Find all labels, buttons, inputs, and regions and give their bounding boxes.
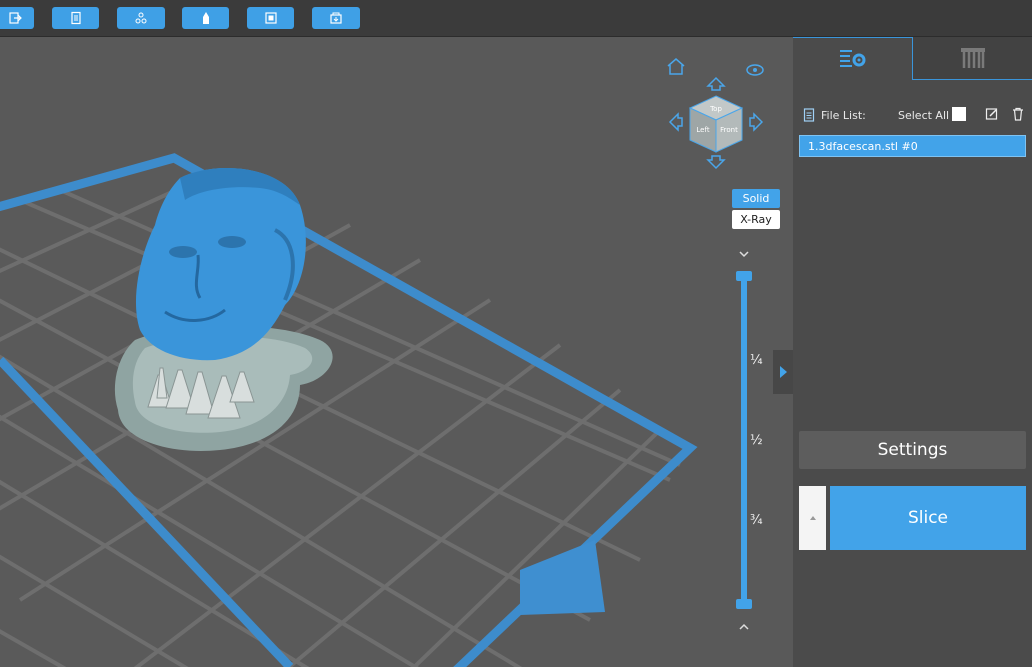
file-icon (70, 11, 81, 25)
home-view-icon[interactable] (667, 58, 685, 75)
cube-left-label: Left (696, 126, 709, 134)
trash-icon[interactable] (1011, 107, 1025, 121)
tree-icon (135, 12, 147, 24)
document-icon (803, 108, 815, 122)
layer-slider-track[interactable] (741, 276, 747, 605)
import-button[interactable] (0, 7, 34, 29)
export-icon (330, 12, 342, 24)
resize-icon (264, 12, 277, 24)
edit-icon[interactable] (985, 107, 999, 121)
slice-options-button[interactable] (799, 486, 826, 550)
cube-top-label: Top (709, 105, 722, 113)
support-structure-icon (960, 48, 985, 68)
select-all-label: Select All (898, 109, 950, 122)
list-settings-icon (839, 50, 865, 67)
tree-button[interactable] (117, 7, 165, 29)
file-list-label: File List: (821, 109, 866, 122)
chevron-right-icon (780, 366, 787, 378)
file-list-header: File List: Select All (803, 107, 1028, 123)
view-cube-widget[interactable]: Top Left Front (660, 56, 772, 176)
rotate-left-icon[interactable] (668, 112, 683, 132)
chevron-down-icon[interactable] (737, 247, 751, 261)
right-panel: File List: Select All 1.3dfacescan.stl #… (793, 37, 1032, 667)
cube-front-label: Front (720, 126, 738, 134)
rotate-down-icon[interactable] (706, 155, 726, 170)
resize-button[interactable] (247, 7, 294, 29)
file-list-item[interactable]: 1.3dfacescan.stl #0 (799, 135, 1026, 157)
import-icon (9, 12, 22, 24)
layer-slider-bottom-handle[interactable] (736, 599, 752, 609)
file-button[interactable] (52, 7, 99, 29)
solid-mode-button[interactable]: Solid (732, 189, 780, 208)
slice-button[interactable]: Slice (830, 486, 1026, 550)
layer-slider-top-handle[interactable] (736, 271, 752, 281)
rotate-up-icon[interactable] (706, 76, 726, 91)
slider-three-quarter-mark: ¾ (750, 513, 763, 528)
panel-collapse-tab[interactable] (773, 350, 793, 394)
slider-half-mark: ½ (750, 433, 763, 448)
support-button[interactable] (182, 7, 229, 29)
top-toolbar (0, 0, 1032, 37)
rotate-right-icon[interactable] (749, 112, 764, 132)
tab-supports[interactable] (913, 37, 1032, 80)
select-all-checkbox[interactable] (952, 107, 966, 121)
settings-button[interactable]: Settings (799, 431, 1026, 469)
xray-mode-button[interactable]: X-Ray (732, 210, 780, 229)
orientation-cube[interactable]: Top Left Front (688, 95, 744, 153)
eye-icon[interactable] (746, 64, 764, 76)
expand-up-icon (809, 516, 816, 520)
tab-model-settings[interactable] (793, 37, 913, 80)
slider-quarter-mark: ¼ (750, 353, 763, 368)
support-icon (202, 12, 209, 24)
export-button[interactable] (312, 7, 360, 29)
chevron-up-icon[interactable] (737, 620, 751, 634)
